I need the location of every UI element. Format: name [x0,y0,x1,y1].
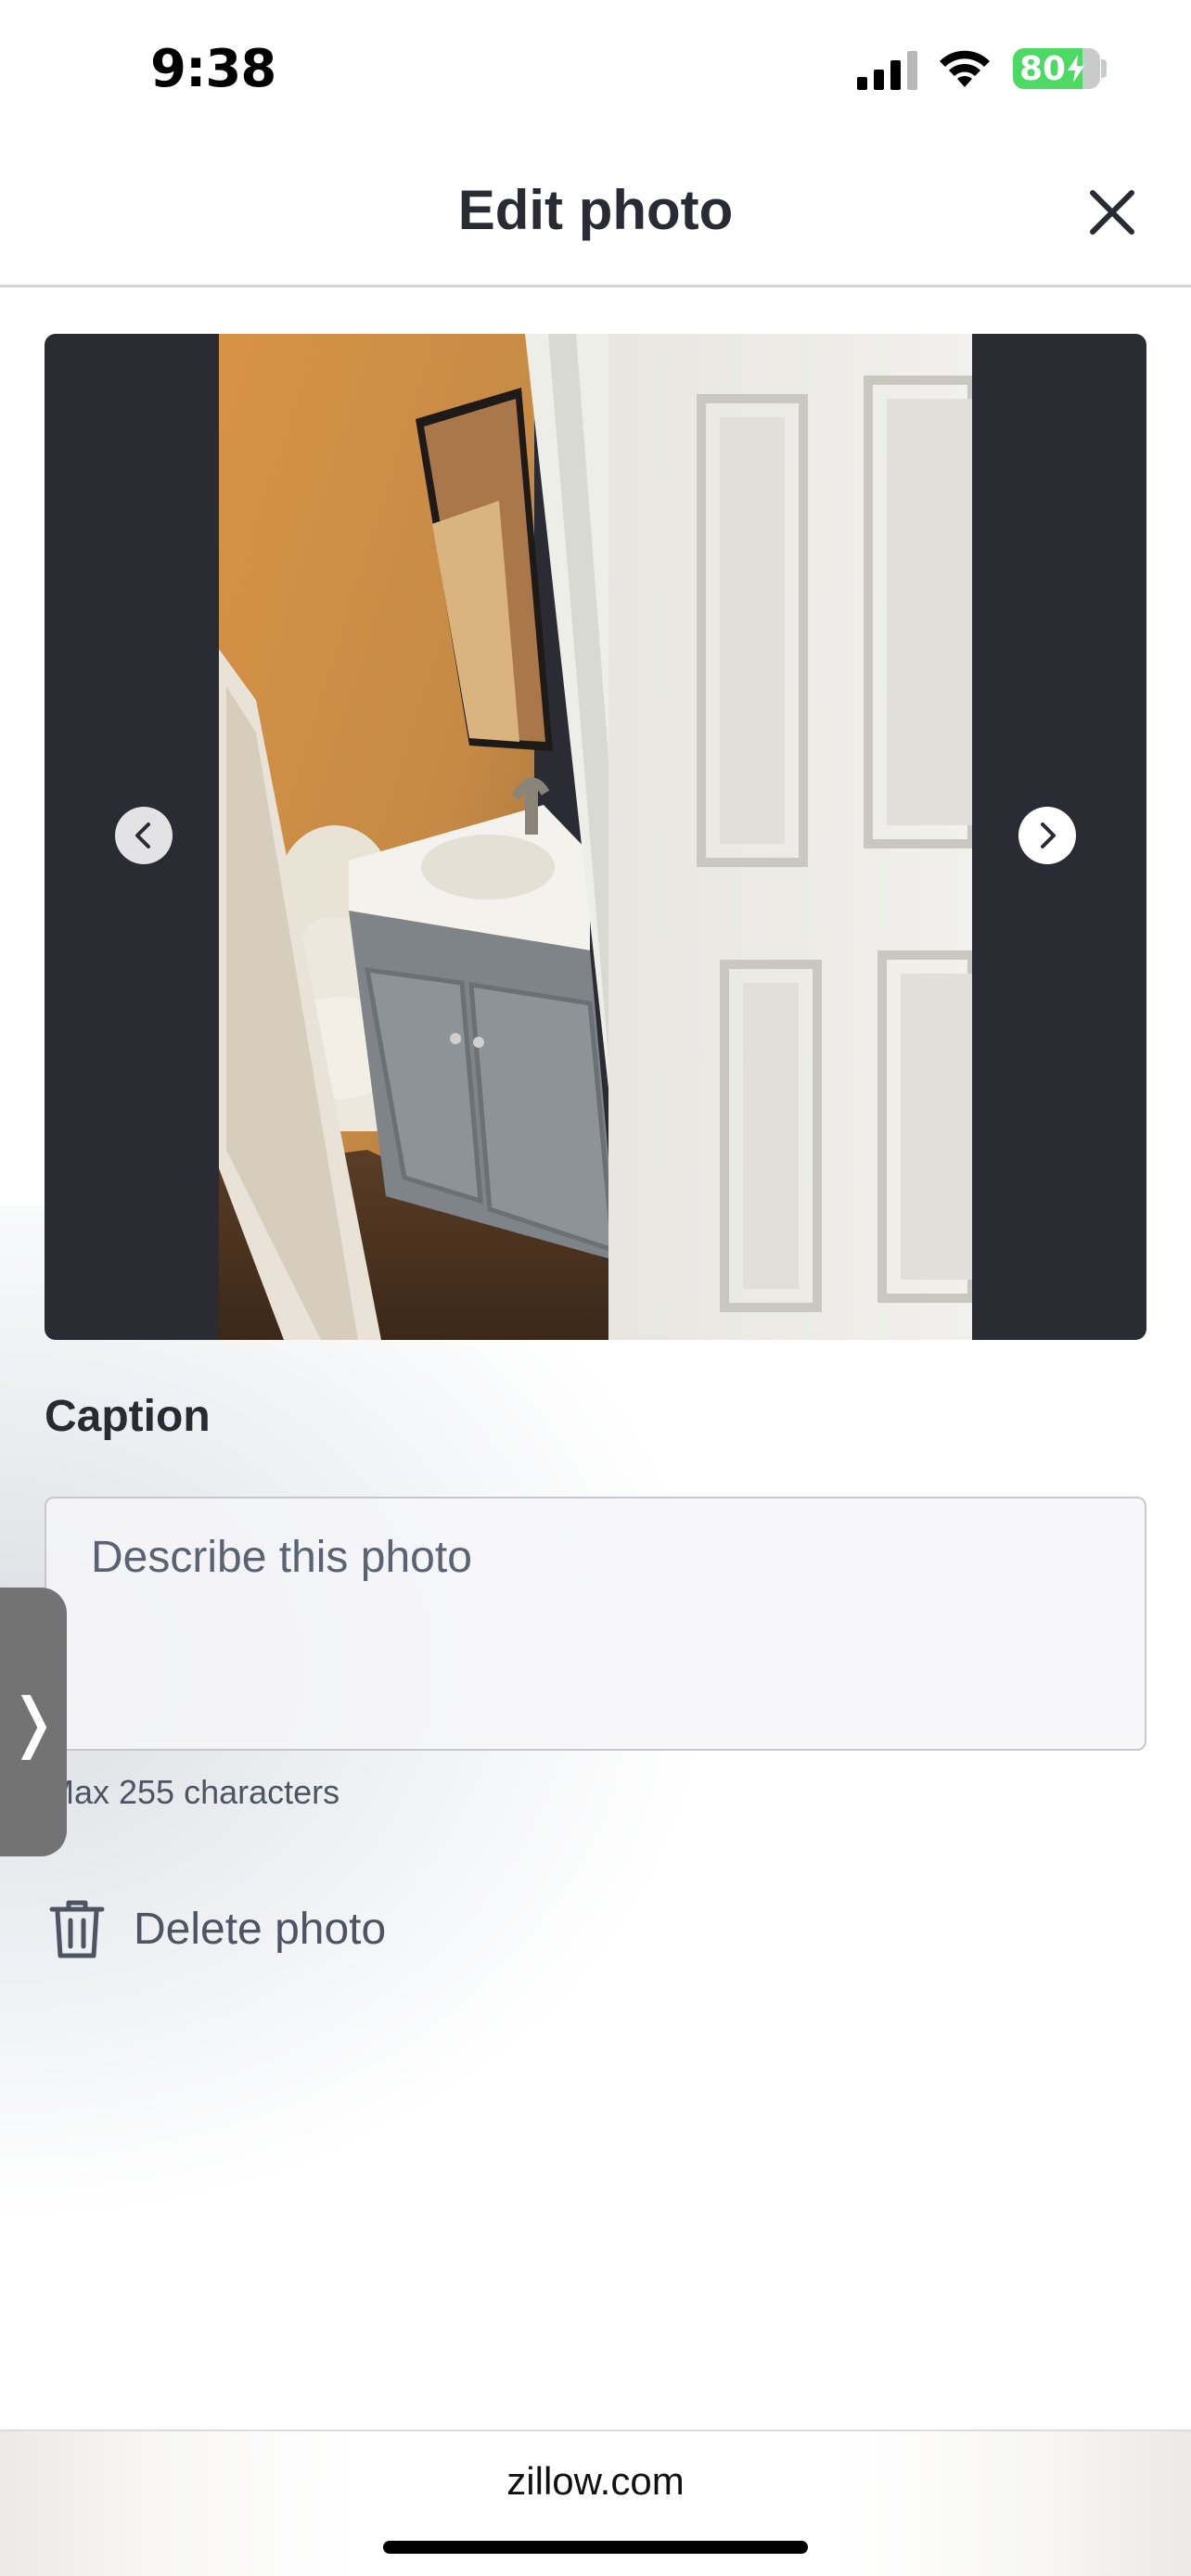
side-panel-handle[interactable]: ❭ [0,1588,67,1856]
bathroom-photo-image [219,334,972,1340]
home-indicator[interactable] [383,2541,808,2554]
battery-charging-icon: 80 [1013,48,1100,89]
chevron-left-icon [135,823,150,848]
photo-viewer [45,334,1146,1340]
battery-nub [1101,59,1107,78]
page-title: Edit photo [457,178,734,241]
close-x-icon [1090,190,1134,235]
caption-input[interactable] [45,1497,1146,1751]
modal-header: Edit photo [0,139,1191,287]
caption-character-limit: Max 255 characters [46,1773,340,1811]
wifi-icon [940,50,990,87]
close-button[interactable] [1082,182,1143,243]
browser-bottom-bar: zillow.com [0,2429,1191,2576]
delete-photo-button[interactable]: Delete photo [45,1892,386,1966]
bathroom-photo [219,334,972,1340]
delete-photo-label: Delete photo [134,1904,387,1954]
address-bar-url[interactable]: zillow.com [0,2459,1191,2504]
background-wash [0,1205,1191,2429]
chevron-right-icon [1041,823,1056,848]
previous-photo-button[interactable] [115,807,173,864]
battery-percent: 80 [1018,49,1067,88]
cellular-signal-icon [857,51,917,90]
charging-bolt-icon [1068,55,1085,83]
next-photo-button[interactable] [1018,807,1076,864]
status-time: 9:38 [150,39,276,99]
status-bar: 9:38 80 [0,0,1191,139]
trash-icon [45,1896,109,1961]
chevron-right-icon: ❭ [6,1684,61,1760]
caption-label: Caption [45,1392,211,1441]
